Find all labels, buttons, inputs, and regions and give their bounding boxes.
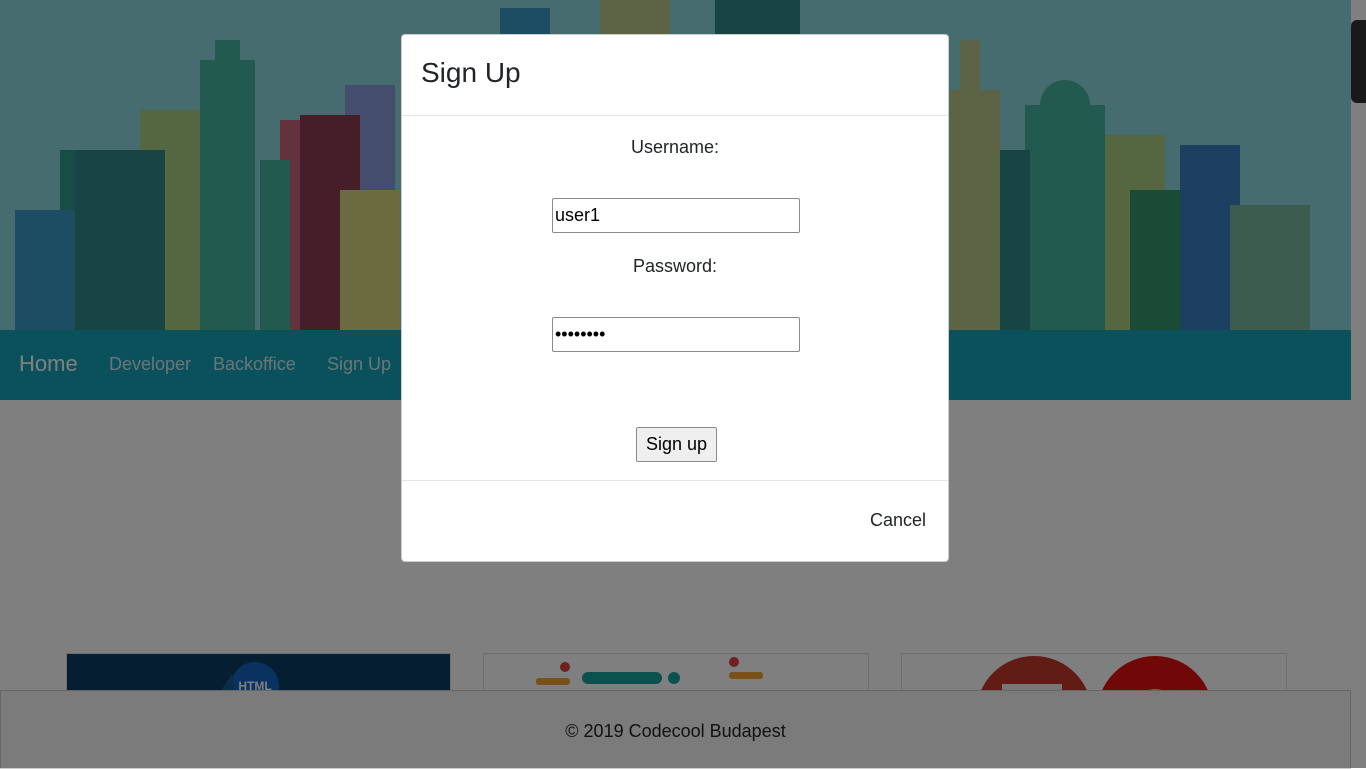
modal-title: Sign Up	[421, 57, 521, 88]
signup-modal: Sign Up Username: Password: Sign up Canc…	[401, 34, 949, 562]
username-label: Username:	[630, 137, 720, 157]
modal-footer: Cancel	[402, 480, 948, 563]
username-input[interactable]	[552, 198, 800, 233]
password-input[interactable]	[552, 317, 800, 352]
cancel-button[interactable]: Cancel	[870, 510, 926, 531]
signup-submit-button[interactable]: Sign up	[636, 427, 717, 462]
modal-header: Sign Up	[402, 35, 948, 116]
password-label: Password:	[632, 256, 718, 276]
